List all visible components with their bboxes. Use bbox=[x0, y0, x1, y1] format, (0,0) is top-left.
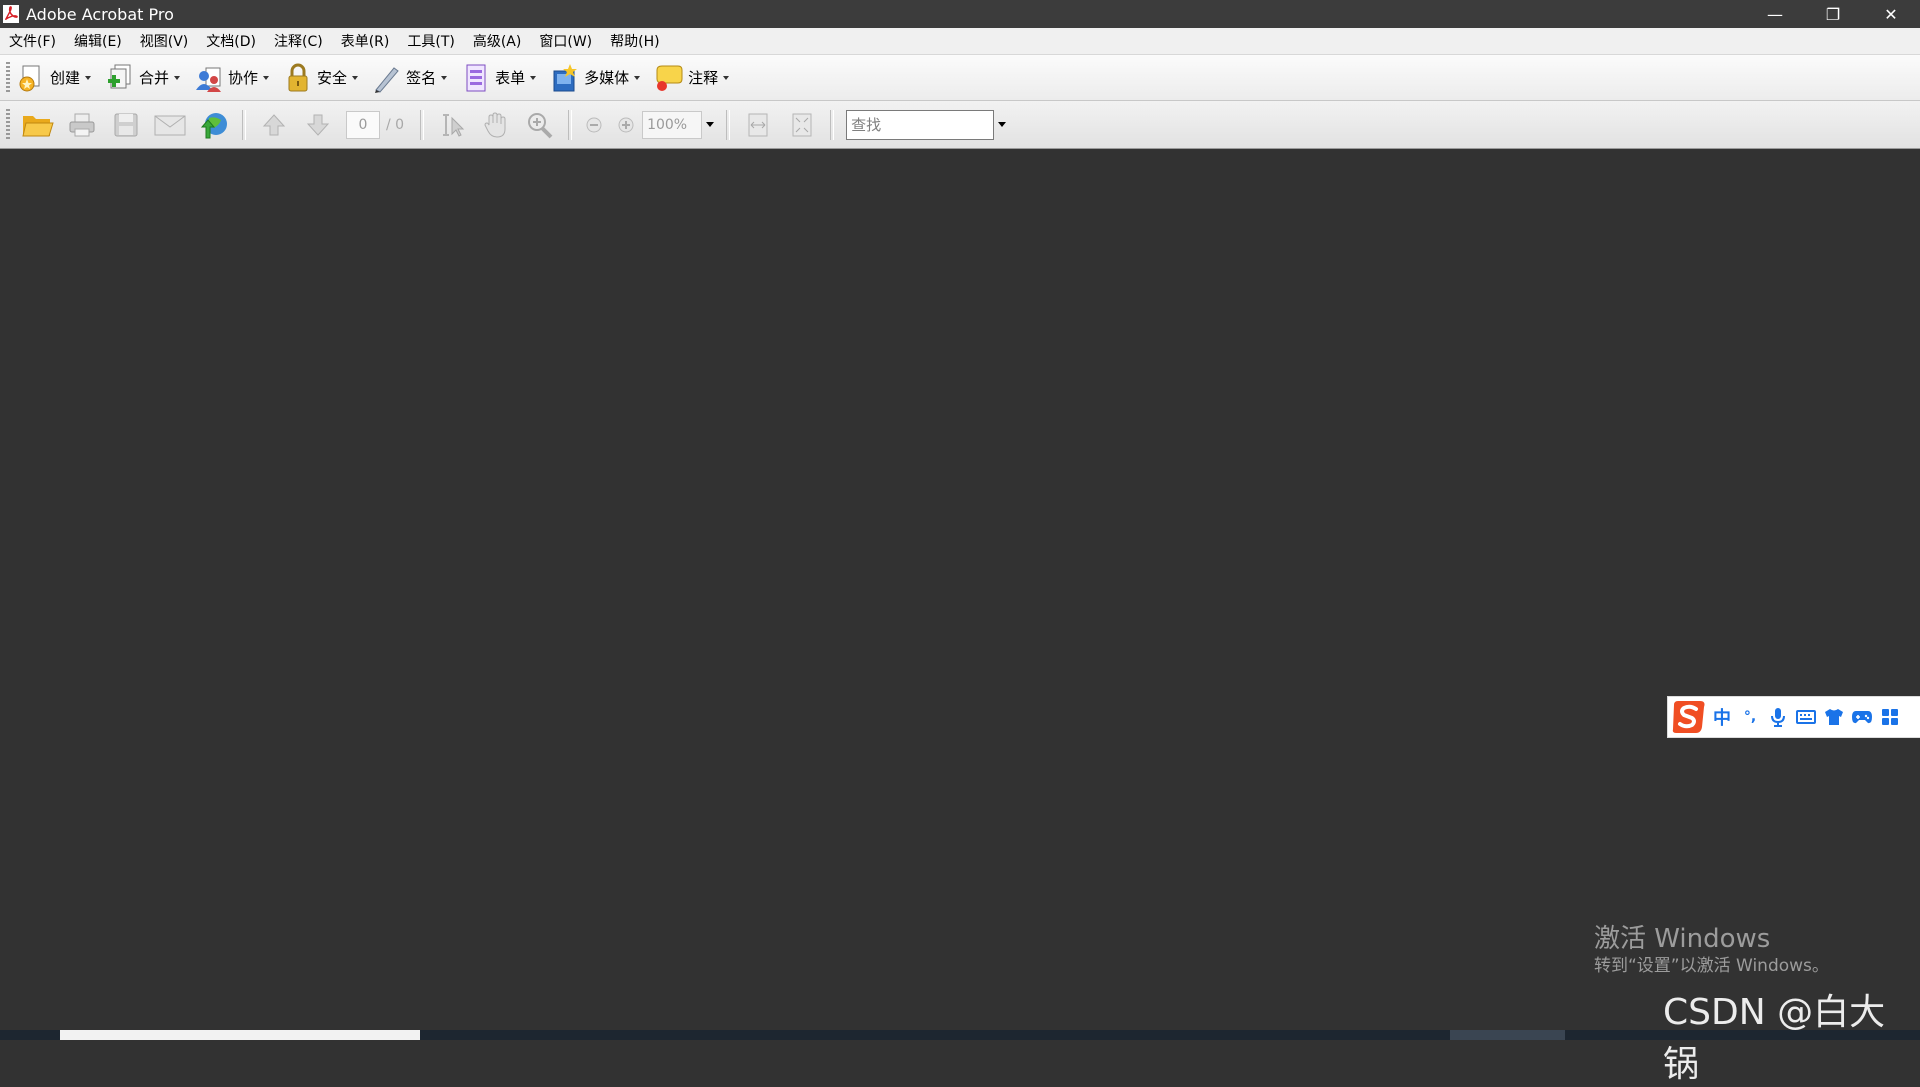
create-label: 创建 bbox=[50, 69, 81, 87]
toolbar-separator bbox=[830, 109, 835, 140]
menu-bar: 文件(F) 编辑(E) 视图(V) 文档(D) 注释(C) 表单(R) 工具(T… bbox=[0, 28, 1920, 55]
sign-label: 签名 bbox=[406, 69, 437, 87]
toolbar-separator bbox=[726, 109, 731, 140]
save-icon[interactable] bbox=[109, 108, 143, 142]
menu-tools[interactable]: 工具(T) bbox=[398, 31, 463, 51]
sign-button[interactable]: 签名 bbox=[372, 58, 448, 98]
toolbar-separator bbox=[420, 109, 425, 140]
fit-width-icon[interactable] bbox=[741, 108, 775, 142]
lock-icon bbox=[288, 63, 308, 91]
menu-document[interactable]: 文档(D) bbox=[197, 31, 265, 51]
ime-toolbar: 中 °, bbox=[1667, 696, 1920, 738]
minimize-button[interactable]: — bbox=[1746, 0, 1804, 28]
chevron-down-icon bbox=[263, 75, 270, 80]
create-icon bbox=[19, 65, 40, 91]
chevron-down-icon bbox=[85, 75, 92, 80]
taskbar-tray[interactable] bbox=[1450, 1030, 1565, 1040]
keyboard-icon[interactable] bbox=[1792, 703, 1820, 731]
upload-icon[interactable] bbox=[197, 108, 231, 142]
chevron-down-icon bbox=[352, 75, 359, 80]
zoom-in-icon[interactable] bbox=[615, 108, 637, 142]
gamepad-icon[interactable] bbox=[1848, 703, 1876, 731]
chevron-down-icon bbox=[174, 75, 181, 80]
activate-title: 激活 Windows bbox=[1594, 924, 1771, 954]
document-workspace[interactable] bbox=[0, 149, 1920, 1030]
comment-icon bbox=[656, 65, 683, 91]
menu-advanced[interactable]: 高级(A) bbox=[464, 31, 531, 51]
combine-label: 合并 bbox=[139, 69, 170, 87]
ime-chinese-mode[interactable]: 中 bbox=[1708, 703, 1736, 731]
next-page-icon[interactable] bbox=[301, 108, 335, 142]
combine-icon bbox=[108, 64, 131, 88]
secure-label: 安全 bbox=[317, 69, 348, 87]
hand-icon[interactable] bbox=[479, 108, 513, 142]
chevron-down-icon bbox=[530, 75, 537, 80]
zoom-tool-icon[interactable] bbox=[523, 108, 557, 142]
title-bar: Adobe Acrobat Pro — ❐ ✕ bbox=[0, 0, 1920, 28]
menu-edit[interactable]: 编辑(E) bbox=[65, 31, 131, 51]
comment-label: 注释 bbox=[688, 69, 719, 87]
chevron-down-icon bbox=[723, 75, 730, 80]
menu-forms[interactable]: 表单(R) bbox=[332, 31, 399, 51]
form-icon bbox=[466, 64, 486, 91]
open-folder-icon[interactable] bbox=[21, 108, 55, 142]
chevron-down-icon bbox=[634, 75, 641, 80]
email-icon[interactable] bbox=[153, 108, 187, 142]
forms-button[interactable]: 表单 bbox=[461, 58, 537, 98]
acrobat-logo-icon bbox=[2, 5, 20, 23]
toolbar-grip[interactable] bbox=[6, 108, 10, 141]
chevron-down-icon bbox=[441, 75, 448, 80]
zoom-out-icon[interactable] bbox=[583, 108, 605, 142]
zoom-level-input[interactable]: 100% bbox=[642, 110, 703, 139]
close-button[interactable]: ✕ bbox=[1862, 0, 1920, 28]
create-button[interactable]: 创建 bbox=[16, 58, 92, 98]
search-input[interactable]: 查找 bbox=[846, 109, 995, 140]
mic-icon[interactable] bbox=[1764, 703, 1792, 731]
page-total: / 0 bbox=[386, 116, 405, 133]
multimedia-label: 多媒体 bbox=[584, 69, 630, 87]
collaborate-button[interactable]: 协作 bbox=[194, 58, 270, 98]
menu-help[interactable]: 帮助(H) bbox=[601, 31, 668, 51]
menu-comments[interactable]: 注释(C) bbox=[265, 31, 332, 51]
fit-page-icon[interactable] bbox=[785, 108, 819, 142]
sogou-logo-icon[interactable] bbox=[1670, 699, 1708, 735]
pen-icon bbox=[375, 66, 399, 93]
menu-window[interactable]: 窗口(W) bbox=[530, 31, 601, 51]
secure-button[interactable]: 安全 bbox=[283, 58, 359, 98]
comment-button[interactable]: 注释 bbox=[654, 58, 730, 98]
toolbar-separator bbox=[568, 109, 573, 140]
zoom-dropdown-icon[interactable] bbox=[706, 122, 715, 127]
tasks-toolbar: 创建 合并 协作 安全 签名 表单 多媒体 注释 bbox=[0, 55, 1920, 101]
window-title: Adobe Acrobat Pro bbox=[26, 4, 174, 24]
print-icon[interactable] bbox=[65, 108, 99, 142]
combine-button[interactable]: 合并 bbox=[105, 58, 181, 98]
multimedia-icon bbox=[553, 63, 578, 91]
forms-label: 表单 bbox=[495, 69, 526, 87]
shirt-icon[interactable] bbox=[1820, 703, 1848, 731]
activate-subtitle: 转到“设置”以激活 Windows。 bbox=[1594, 956, 1829, 976]
menu-view[interactable]: 视图(V) bbox=[131, 31, 198, 51]
previous-page-icon[interactable] bbox=[257, 108, 291, 142]
activate-windows-watermark: 激活 Windows 转到“设置”以激活 Windows。 bbox=[1594, 923, 1829, 977]
toolbar-grip[interactable] bbox=[6, 61, 10, 94]
toolbar-separator bbox=[242, 109, 246, 140]
search-dropdown-icon[interactable] bbox=[998, 122, 1007, 127]
page-number-input[interactable]: 0 bbox=[346, 110, 380, 139]
ime-punctuation[interactable]: °, bbox=[1736, 703, 1764, 731]
collaborate-icon bbox=[196, 67, 222, 92]
select-text-icon[interactable] bbox=[435, 108, 469, 142]
multimedia-button[interactable]: 多媒体 bbox=[550, 58, 641, 98]
menu-file[interactable]: 文件(F) bbox=[0, 31, 65, 51]
taskbar-window-preview[interactable] bbox=[60, 1030, 420, 1040]
grid-icon[interactable] bbox=[1876, 703, 1904, 731]
collaborate-label: 协作 bbox=[228, 69, 259, 87]
file-toolbar: 0 / 0 100% 查找 bbox=[0, 101, 1920, 149]
restore-button[interactable]: ❐ bbox=[1804, 0, 1862, 28]
